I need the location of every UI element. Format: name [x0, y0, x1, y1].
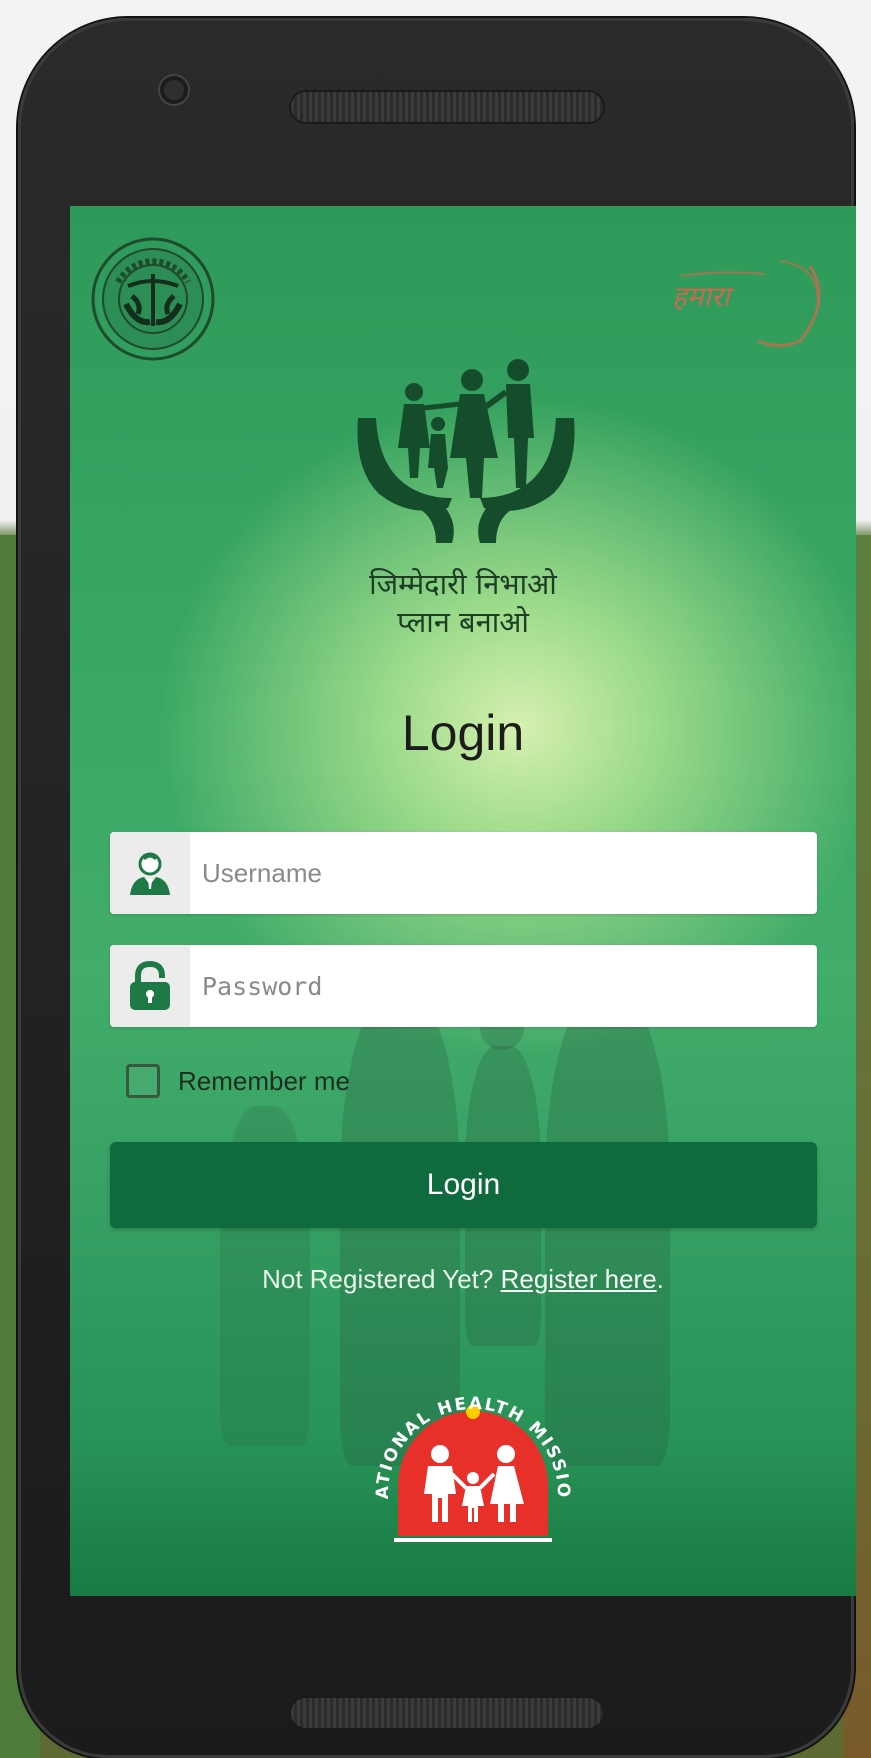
up-government-emblem-icon — [91, 237, 215, 361]
national-health-mission-logo-icon: NATIONAL HEALTH MISSION — [358, 1376, 571, 1542]
password-field[interactable] — [110, 944, 817, 1028]
remember-me-checkbox[interactable] — [126, 1064, 160, 1098]
family-in-hands-icon — [357, 359, 575, 543]
bottom-speaker — [291, 1698, 603, 1728]
register-prompt-row: Not Registered Yet? Register here. — [70, 1264, 856, 1295]
lock-icon — [110, 945, 190, 1027]
password-input[interactable] — [190, 944, 817, 1028]
campaign-logo-icon: हमारा — [672, 260, 821, 347]
tagline-line-1: जिम्मेदारी निभाओ — [369, 567, 557, 601]
app-screen: हमारा जिम्मेदारी निभाओ प्लान बनाओ Login — [70, 206, 856, 1596]
register-link[interactable]: Register here — [501, 1264, 657, 1294]
phone-frame: हमारा जिम्मेदारी निभाओ प्लान बनाओ Login — [18, 18, 856, 1758]
user-icon — [110, 832, 190, 914]
remember-me-row[interactable]: Remember me — [126, 1064, 350, 1098]
username-input[interactable] — [190, 831, 817, 915]
top-speaker — [291, 92, 603, 122]
login-button[interactable]: Login — [110, 1142, 817, 1228]
tagline-line-2: प्लान बनाओ — [397, 605, 529, 639]
register-prompt-text: Not Registered Yet? — [262, 1264, 494, 1294]
remember-me-label: Remember me — [178, 1065, 350, 1096]
username-field[interactable] — [110, 831, 817, 915]
camera-icon — [160, 76, 188, 104]
page-title: Login — [401, 705, 525, 761]
svg-text:हमारा: हमारा — [672, 280, 734, 313]
register-suffix: . — [656, 1264, 664, 1294]
